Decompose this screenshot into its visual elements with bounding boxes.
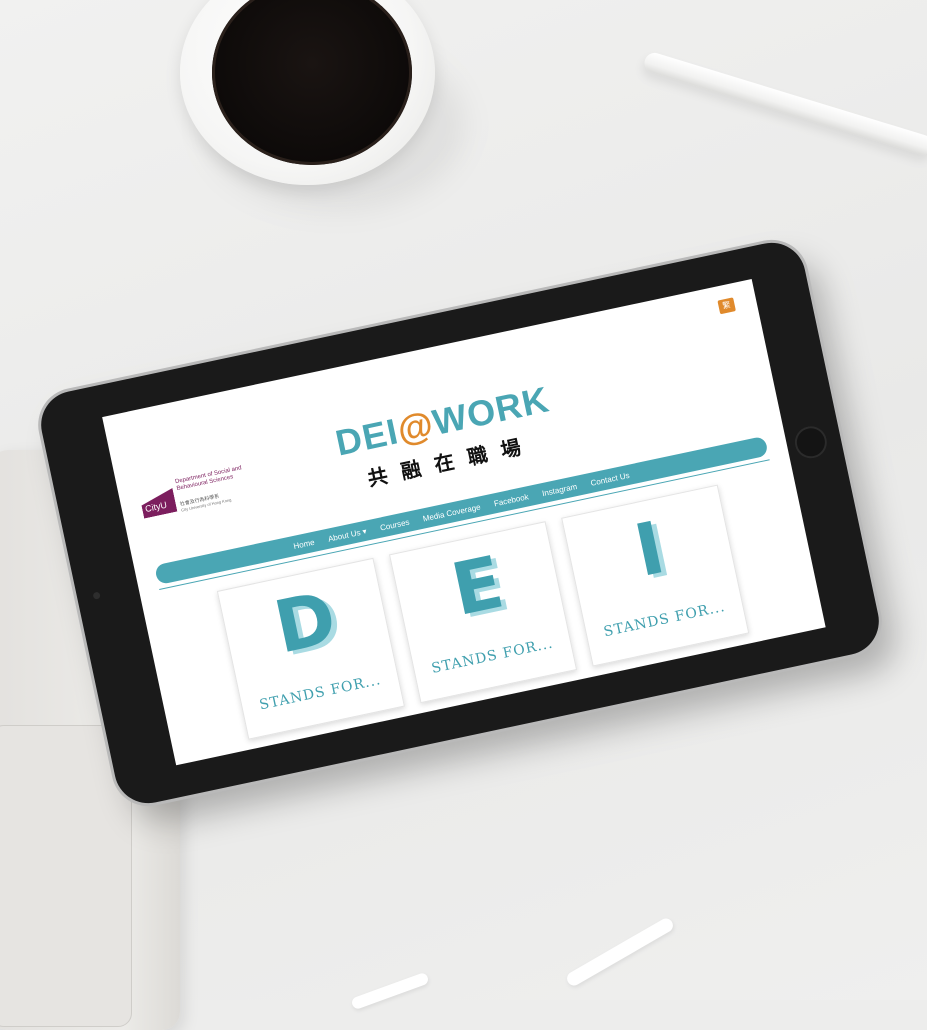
nav-item-about-us[interactable]: About Us ▾ bbox=[327, 526, 367, 543]
card-e[interactable]: E STANDS FOR... bbox=[388, 521, 578, 704]
nav-item-home[interactable]: Home bbox=[293, 537, 316, 550]
card-i[interactable]: I STANDS FOR... bbox=[561, 484, 750, 667]
card-letter: D bbox=[267, 575, 344, 670]
card-caption: STANDS FOR... bbox=[257, 672, 383, 714]
camera-icon bbox=[92, 591, 101, 600]
card-letter: I bbox=[627, 505, 672, 594]
card-caption: STANDS FOR... bbox=[430, 635, 555, 677]
laptop-trackpad bbox=[0, 725, 132, 1027]
nav-item-instagram[interactable]: Instagram bbox=[541, 481, 578, 497]
home-button[interactable] bbox=[791, 423, 830, 462]
card-letter: E bbox=[444, 539, 511, 632]
language-toggle-button[interactable]: 繁 bbox=[717, 297, 736, 315]
card-caption: STANDS FOR... bbox=[602, 598, 727, 641]
nav-item-contact-us[interactable]: Contact Us bbox=[590, 470, 631, 487]
nav-item-facebook[interactable]: Facebook bbox=[493, 492, 529, 508]
brand-title-prefix: DEI bbox=[331, 410, 403, 464]
nav-item-courses[interactable]: Courses bbox=[379, 517, 410, 532]
nav-item-media-coverage[interactable]: Media Coverage bbox=[422, 502, 481, 523]
card-d[interactable]: D STANDS FOR... bbox=[216, 557, 405, 740]
